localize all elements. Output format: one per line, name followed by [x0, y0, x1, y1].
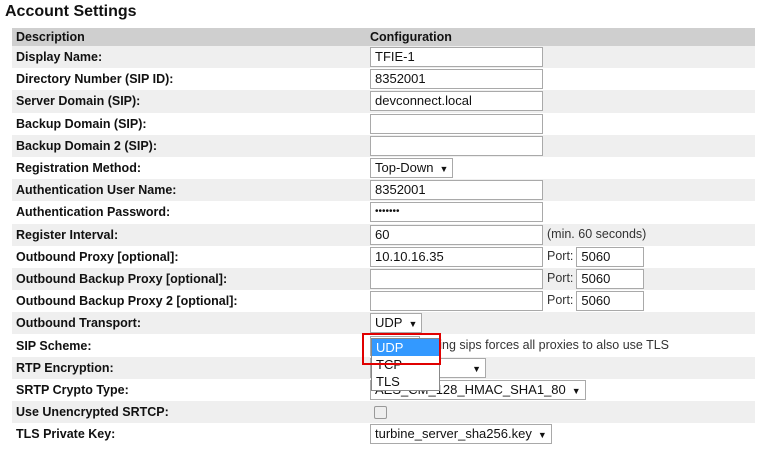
- label: Backup Domain (SIP):: [16, 116, 147, 131]
- label: Outbound Backup Proxy [optional]:: [12, 267, 370, 291]
- header-configuration: Configuration: [370, 28, 755, 46]
- label: Use Unencrypted SRTCP:: [12, 401, 370, 424]
- unencrypted-srtcp-checkbox[interactable]: [374, 406, 387, 420]
- label: Server Domain (SIP):: [12, 90, 370, 113]
- header-description: Description: [12, 28, 370, 46]
- directory-number-input[interactable]: 8352001: [370, 69, 543, 90]
- label: RTP Encryption:: [12, 356, 370, 379]
- port-label: Port:: [547, 293, 574, 308]
- label: Outbound Transport:: [12, 312, 370, 335]
- outbound-proxy-input[interactable]: 10.10.16.35: [370, 246, 543, 267]
- tls-key-select[interactable]: turbine_server_sha256.key ▼: [370, 424, 552, 445]
- chevron-down-icon: ▼: [439, 164, 449, 175]
- option-tls[interactable]: TLS: [372, 373, 439, 390]
- label: SRTP Crypto Type:: [16, 382, 129, 397]
- backup-domain-input[interactable]: [370, 113, 543, 134]
- registration-method-select[interactable]: Top-Down ▼: [370, 158, 454, 179]
- select-value: turbine_server_sha256.key: [375, 426, 532, 442]
- label: Backup Domain 2 (SIP):: [12, 134, 370, 157]
- chevron-down-icon: ▼: [408, 319, 418, 330]
- label: Display Name:: [12, 46, 370, 69]
- outbound-proxy-port-input[interactable]: 5060: [576, 246, 645, 267]
- select-value: Top-Down: [375, 160, 434, 176]
- auth-user-input[interactable]: 8352001: [370, 180, 543, 201]
- select-value: UDP: [375, 315, 403, 331]
- port-label: Port:: [547, 271, 574, 286]
- label: Outbound Proxy [optional]:: [16, 249, 179, 264]
- chevron-down-icon: ▼: [472, 363, 481, 374]
- label: Authentication User Name:: [12, 179, 370, 202]
- register-interval-input[interactable]: 60: [370, 224, 543, 245]
- outbound-backup-proxy-2-input[interactable]: [370, 291, 543, 312]
- outbound-backup-proxy-port-input[interactable]: 5060: [576, 268, 645, 289]
- register-interval-hint: (min. 60 seconds): [547, 226, 647, 241]
- label: Registration Method:: [16, 161, 141, 176]
- label: Outbound Backup Proxy 2 [optional]:: [16, 294, 238, 309]
- display-name-input[interactable]: TFIE-1: [370, 47, 543, 68]
- backup-domain-2-input[interactable]: [370, 135, 543, 156]
- port-label: Port:: [547, 249, 574, 264]
- label: Directory Number (SIP ID):: [16, 72, 174, 87]
- highlight-box: [362, 333, 441, 365]
- chevron-down-icon: ▼: [537, 430, 547, 441]
- sip-scheme-hint: Using sips forces all proxies to also us…: [424, 337, 670, 352]
- outbound-backup-proxy-input[interactable]: [370, 268, 543, 289]
- label: Register Interval:: [12, 223, 370, 246]
- label: Authentication Password:: [16, 205, 171, 220]
- outbound-transport-select[interactable]: UDP ▼: [370, 313, 423, 334]
- label: TLS Private Key:: [16, 427, 116, 442]
- page-title: Account Settings: [5, 3, 137, 20]
- server-domain-input[interactable]: devconnect.local: [370, 91, 543, 112]
- label: SIP Scheme:: [16, 338, 92, 353]
- auth-password-input[interactable]: •••••••: [370, 202, 543, 223]
- chevron-down-icon: ▼: [571, 385, 581, 396]
- outbound-backup-proxy-2-port-input[interactable]: 5060: [576, 291, 645, 312]
